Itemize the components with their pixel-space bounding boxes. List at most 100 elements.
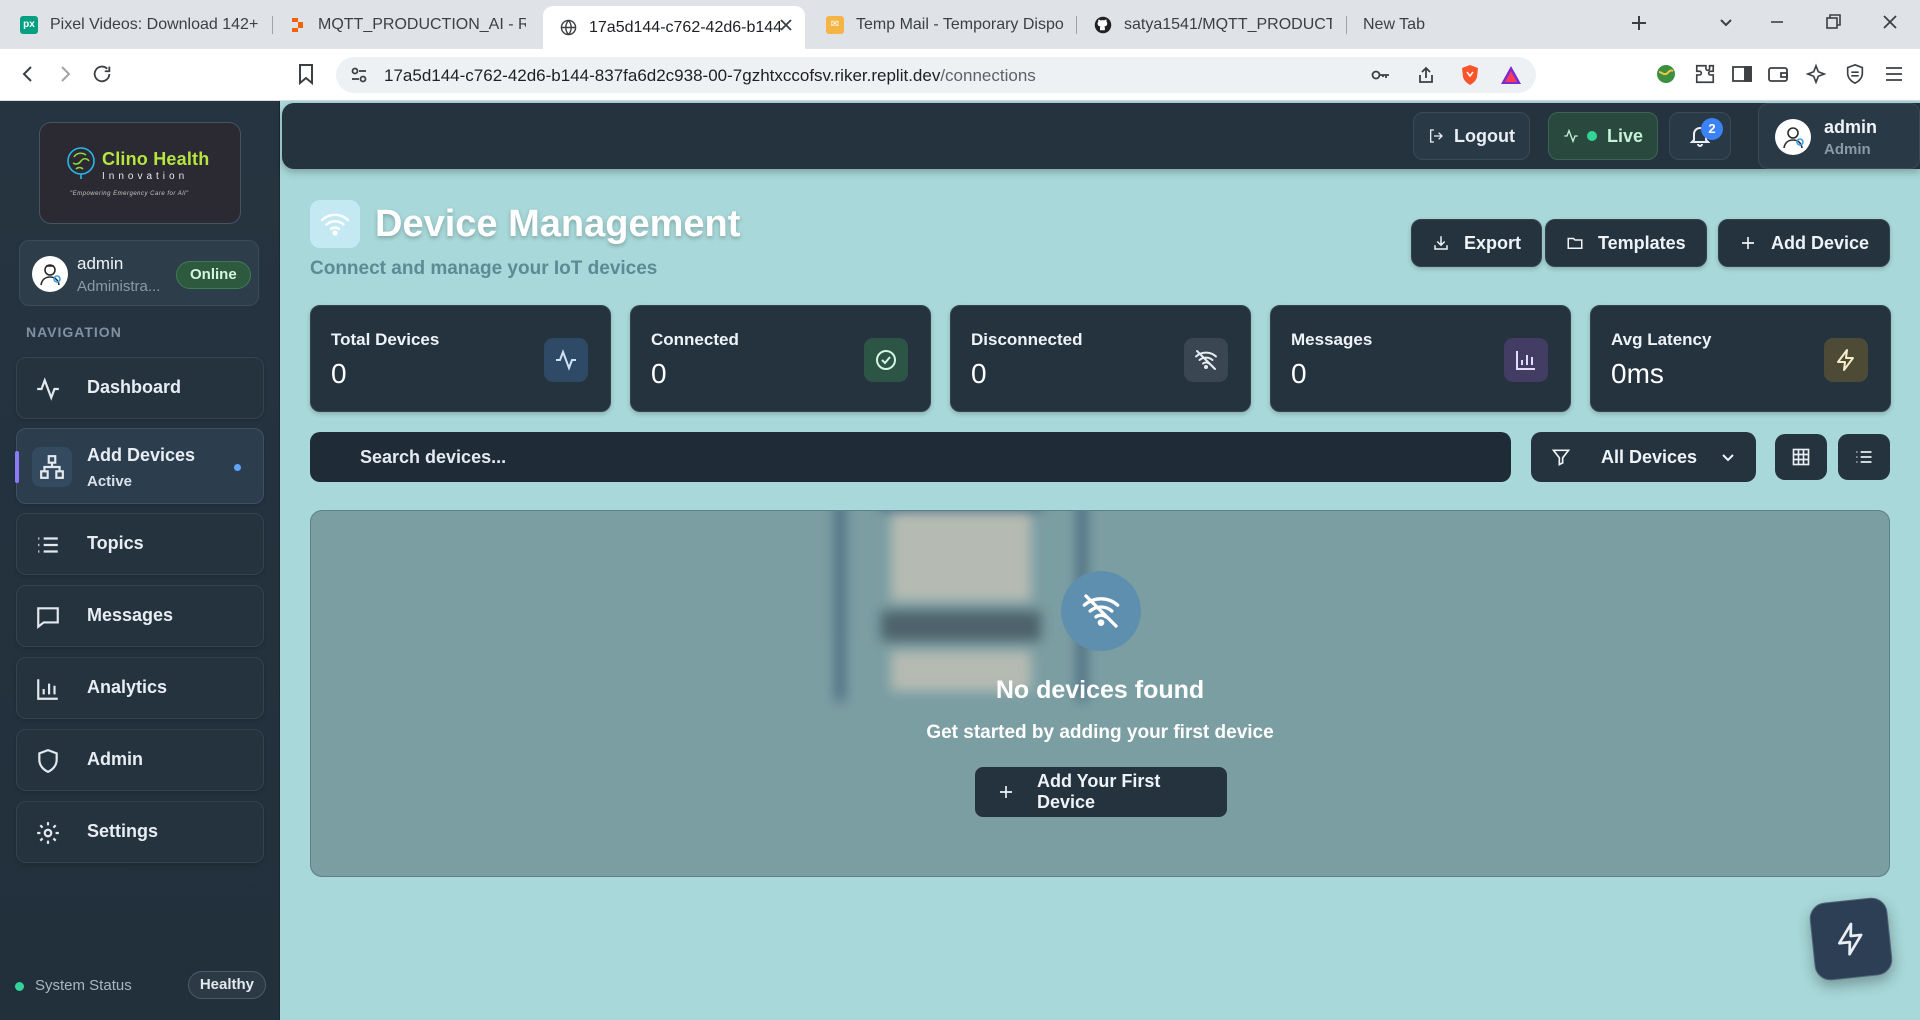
menu-icon[interactable]: [1883, 63, 1905, 85]
blurred-illustration: [831, 511, 1091, 701]
sidebar-item-messages[interactable]: Messages: [16, 585, 264, 647]
activity-icon: [1563, 128, 1579, 144]
user-menu[interactable]: admin Admin: [1758, 103, 1920, 169]
grid-view-button[interactable]: [1775, 434, 1827, 480]
tab-separator: [1076, 16, 1077, 34]
live-status-button[interactable]: Live: [1548, 112, 1659, 160]
stat-card-messages: Messages 0: [1270, 305, 1571, 412]
sidebar-item-dashboard[interactable]: Dashboard: [16, 357, 264, 419]
stat-card-total-devices: Total Devices 0: [310, 305, 611, 412]
stat-card-disconnected: Disconnected 0: [950, 305, 1251, 412]
page-subtitle: Connect and manage your IoT devices: [310, 258, 658, 279]
network-icon: [32, 447, 72, 487]
add-device-button[interactable]: Add Device: [1718, 219, 1891, 267]
sidebar-item-topics[interactable]: Topics: [16, 513, 264, 575]
browser-tab[interactable]: px Pixel Videos: Download 142+ Fr: [20, 8, 260, 41]
chevron-down-icon: [1720, 449, 1736, 465]
app-logo[interactable]: Clino Health Innovation "Empowering Emer…: [39, 122, 241, 224]
message-icon: [31, 600, 65, 634]
pexels-icon: px: [20, 15, 38, 34]
nav-section-label: NAVIGATION: [26, 324, 122, 340]
reload-icon[interactable]: [91, 63, 113, 85]
browser-tab-bar: px Pixel Videos: Download 142+ Fr MQTT_P…: [0, 0, 1920, 49]
site-settings-icon[interactable]: [350, 66, 368, 84]
vpn-shield-icon[interactable]: [1844, 63, 1866, 85]
url-text: 17a5d144-c762-42d6-b144-837fa6d2c938-00-…: [384, 66, 1036, 85]
restore-icon[interactable]: [1823, 12, 1843, 32]
device-filter-select[interactable]: All Devices: [1531, 432, 1756, 482]
notification-count-badge: 2: [1701, 118, 1723, 140]
wifi-off-icon: [1184, 338, 1228, 382]
shield-icon: [31, 744, 65, 778]
status-badge: Online: [176, 261, 251, 289]
github-icon: [1094, 16, 1112, 34]
forward-icon[interactable]: [54, 63, 76, 85]
quick-action-fab[interactable]: [1808, 896, 1894, 982]
wallet-icon[interactable]: [1767, 63, 1789, 85]
browser-tab[interactable]: MQTT_PRODUCTION_AI - Repli: [288, 8, 526, 41]
empty-state-title: No devices found: [995, 676, 1205, 704]
browser-tab[interactable]: ✉ Temp Mail - Temporary Dispos: [826, 8, 1064, 41]
bar-chart-icon: [31, 672, 65, 706]
plus-icon: [997, 783, 1015, 801]
filter-icon: [1551, 447, 1571, 467]
wallet-globe-icon[interactable]: [1655, 63, 1677, 85]
notifications-button[interactable]: 2: [1669, 112, 1731, 160]
replit-icon: [288, 16, 306, 34]
templates-button[interactable]: Templates: [1545, 219, 1707, 267]
gear-icon: [31, 816, 65, 850]
bar-chart-icon: [1504, 338, 1548, 382]
address-bar[interactable]: 17a5d144-c762-42d6-b144-837fa6d2c938-00-…: [336, 57, 1536, 93]
activity-icon: [544, 338, 588, 382]
browser-tab-active[interactable]: 17a5d144-c762-42d6-b144: [543, 6, 805, 49]
brave-shield-icon[interactable]: [1460, 64, 1480, 86]
folder-icon: [1566, 234, 1584, 252]
active-dot: [234, 464, 241, 471]
close-window-icon[interactable]: [1880, 12, 1900, 32]
status-badge: Healthy: [187, 971, 266, 999]
sidebar-item-admin[interactable]: Admin: [16, 729, 264, 791]
sidebar: Clino Health Innovation "Empowering Emer…: [0, 101, 280, 1020]
check-circle-icon: [864, 338, 908, 382]
brain-logo-icon: [64, 145, 98, 181]
user-card[interactable]: admin Administra... Online: [19, 240, 259, 306]
stat-card-avg-latency: Avg Latency 0ms: [1590, 305, 1891, 412]
search-input[interactable]: Search devices...: [310, 432, 1511, 482]
sidebar-item-settings[interactable]: Settings: [16, 801, 264, 863]
share-icon[interactable]: [1416, 65, 1436, 85]
sidebar-item-analytics[interactable]: Analytics: [16, 657, 264, 719]
sidebar-item-add-devices[interactable]: Add Devices Active: [15, 428, 264, 504]
key-icon[interactable]: [1371, 66, 1391, 84]
app-header: Logout Live 2 admin Admin: [282, 103, 1920, 169]
mail-icon: ✉: [826, 15, 844, 34]
stat-card-connected: Connected 0: [630, 305, 931, 412]
grid-icon: [1791, 447, 1811, 467]
list-icon: [1854, 447, 1874, 467]
logout-button[interactable]: Logout: [1413, 112, 1530, 160]
plus-icon: [1739, 234, 1757, 252]
wifi-off-icon: [1061, 571, 1141, 651]
browser-tab[interactable]: New Tab: [1363, 8, 1503, 41]
browser-toolbar: 17a5d144-c762-42d6-b144-837fa6d2c938-00-…: [0, 49, 1920, 101]
live-dot: [1587, 131, 1597, 141]
status-dot: [15, 982, 24, 991]
logout-icon: [1428, 128, 1444, 144]
browser-tab[interactable]: satya1541/MQTT_PRODUCTION: [1094, 8, 1332, 41]
list-icon: [31, 528, 65, 562]
add-first-device-button[interactable]: Add Your First Device: [975, 767, 1227, 817]
sidebar-toggle-icon[interactable]: [1731, 63, 1753, 85]
chevron-down-icon[interactable]: [1716, 12, 1736, 32]
new-tab-icon[interactable]: [1628, 12, 1650, 34]
brave-rewards-icon[interactable]: [1500, 65, 1522, 85]
export-button[interactable]: Export: [1411, 219, 1543, 267]
minimize-icon[interactable]: [1767, 12, 1787, 32]
list-view-button[interactable]: [1838, 434, 1890, 480]
close-tab-icon[interactable]: [779, 18, 793, 32]
wifi-icon: [310, 200, 360, 248]
tab-separator: [1346, 16, 1347, 34]
extensions-icon[interactable]: [1694, 63, 1716, 85]
system-status: System Status Healthy: [14, 971, 266, 1001]
leo-ai-icon[interactable]: [1805, 63, 1827, 85]
bookmark-icon[interactable]: [296, 63, 316, 85]
back-icon[interactable]: [17, 63, 39, 85]
